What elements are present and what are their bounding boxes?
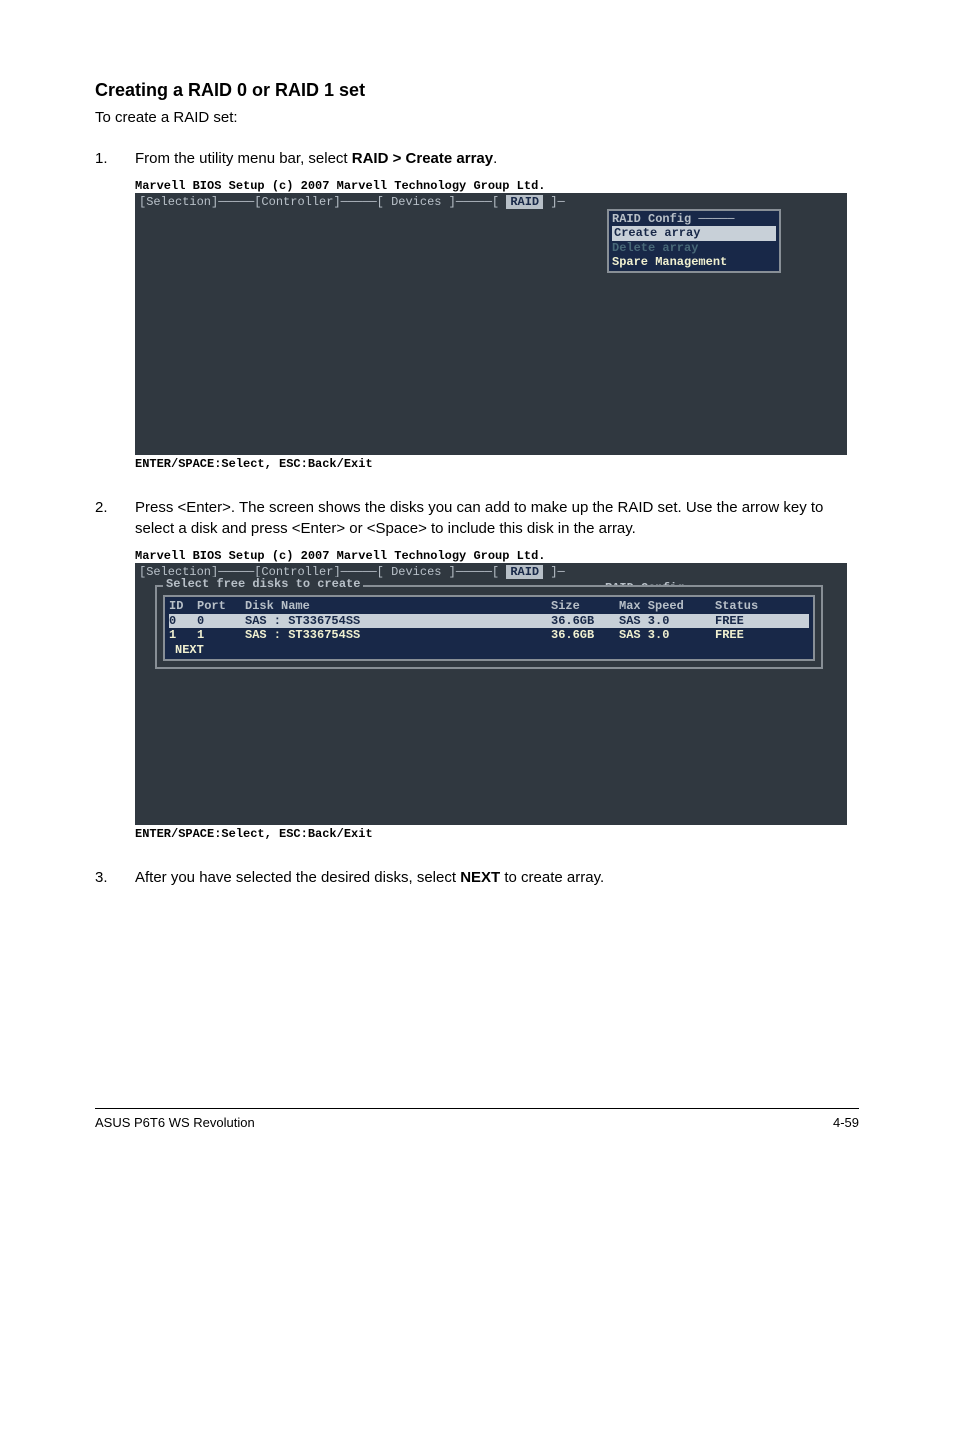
tab-devices[interactable]: [ Devices ] — [377, 195, 456, 209]
disk-0-port: 0 — [197, 614, 245, 628]
bios-screen-1: [Selection] ───── [Controller] ───── [ D… — [135, 193, 847, 455]
raid-config-title: RAID Config ───── — [612, 212, 776, 226]
tab-selection[interactable]: [Selection] — [139, 195, 218, 209]
step-3: 3. After you have selected the desired d… — [95, 867, 859, 888]
step-2-number: 2. — [95, 497, 135, 539]
step-1-before: From the utility menu bar, select — [135, 150, 352, 167]
tab-controller[interactable]: [Controller] — [254, 195, 340, 209]
footer-left: ASUS P6T6 WS Revolution — [95, 1115, 255, 1130]
bios-menubar-1: [Selection] ───── [Controller] ───── [ D… — [135, 193, 847, 209]
step-1-number: 1. — [95, 148, 135, 169]
step-3-number: 3. — [95, 867, 135, 888]
col-name-header: Disk Name — [245, 599, 551, 613]
disk-1-size: 36.6GB — [551, 628, 619, 642]
menu-delete-array: Delete array — [612, 241, 776, 255]
next-option[interactable]: NEXT — [169, 643, 809, 657]
step-1-text: From the utility menu bar, select RAID >… — [135, 148, 859, 169]
disk-1-speed: SAS 3.0 — [619, 628, 715, 642]
col-id-header: ID — [169, 599, 197, 613]
step-1: 1. From the utility menu bar, select RAI… — [95, 148, 859, 169]
col-port-header: Port — [197, 599, 245, 613]
disk-0-name: SAS : ST336754SS — [245, 614, 551, 628]
bios-title-1: Marvell BIOS Setup (c) 2007 Marvell Tech… — [135, 179, 859, 193]
disk-row-1[interactable]: 1 1 SAS : ST336754SS 36.6GB SAS 3.0 FREE — [169, 628, 809, 642]
disk-0-size: 36.6GB — [551, 614, 619, 628]
tab-raid-2[interactable]: RAID — [506, 565, 543, 579]
section-heading: Creating a RAID 0 or RAID 1 set — [95, 80, 859, 101]
intro-text: To create a RAID set: — [95, 109, 859, 126]
disk-0-status: FREE — [715, 614, 775, 628]
bios-screen-2: [Selection] ───── [Controller] ───── [ D… — [135, 563, 847, 825]
menu-create-array[interactable]: Create array — [612, 226, 776, 240]
step-3-after: to create array. — [500, 869, 604, 886]
disk-1-port: 1 — [197, 628, 245, 642]
footer-right: 4-59 — [833, 1115, 859, 1130]
disk-row-0[interactable]: 0 0 SAS : ST336754SS 36.6GB SAS 3.0 FREE — [169, 614, 809, 628]
bios-screenshot-1: Marvell BIOS Setup (c) 2007 Marvell Tech… — [135, 179, 859, 471]
disk-header-row: ID Port Disk Name Size Max Speed Status — [169, 599, 809, 613]
menu-spare-management[interactable]: Spare Management — [612, 255, 776, 269]
disk-0-id: 0 — [169, 614, 197, 628]
bios-footer-1: ENTER/SPACE:Select, ESC:Back/Exit — [135, 457, 859, 471]
disk-1-id: 1 — [169, 628, 197, 642]
step-3-bold: NEXT — [460, 869, 500, 886]
tab-devices-2[interactable]: [ Devices ] — [377, 565, 456, 579]
disk-list: ID Port Disk Name Size Max Speed Status … — [163, 595, 815, 661]
step-2-text: Press <Enter>. The screen shows the disk… — [135, 497, 859, 539]
col-status-header: Status — [715, 599, 775, 613]
col-size-header: Size — [551, 599, 619, 613]
step-1-after: . — [493, 150, 497, 167]
step-2: 2. Press <Enter>. The screen shows the d… — [95, 497, 859, 539]
disk-1-status: FREE — [715, 628, 775, 642]
bios-title-2: Marvell BIOS Setup (c) 2007 Marvell Tech… — [135, 549, 859, 563]
bios-screenshot-2: Marvell BIOS Setup (c) 2007 Marvell Tech… — [135, 549, 859, 841]
step-3-before: After you have selected the desired disk… — [135, 869, 460, 886]
disk-0-speed: SAS 3.0 — [619, 614, 715, 628]
raid-submenu: RAID Config ───── Create array Delete ar… — [607, 209, 781, 273]
step-3-text: After you have selected the desired disk… — [135, 867, 859, 888]
disk-1-name: SAS : ST336754SS — [245, 628, 551, 642]
bios-footer-2: ENTER/SPACE:Select, ESC:Back/Exit — [135, 827, 859, 841]
step-1-bold: RAID > Create array — [352, 150, 493, 167]
col-speed-header: Max Speed — [619, 599, 715, 613]
tab-raid[interactable]: RAID — [506, 195, 543, 209]
select-free-disks-box: Select free disks to create ID Port Disk… — [155, 585, 823, 669]
page-footer: ASUS P6T6 WS Revolution 4-59 — [95, 1108, 859, 1130]
select-box-title: Select free disks to create — [163, 577, 363, 591]
